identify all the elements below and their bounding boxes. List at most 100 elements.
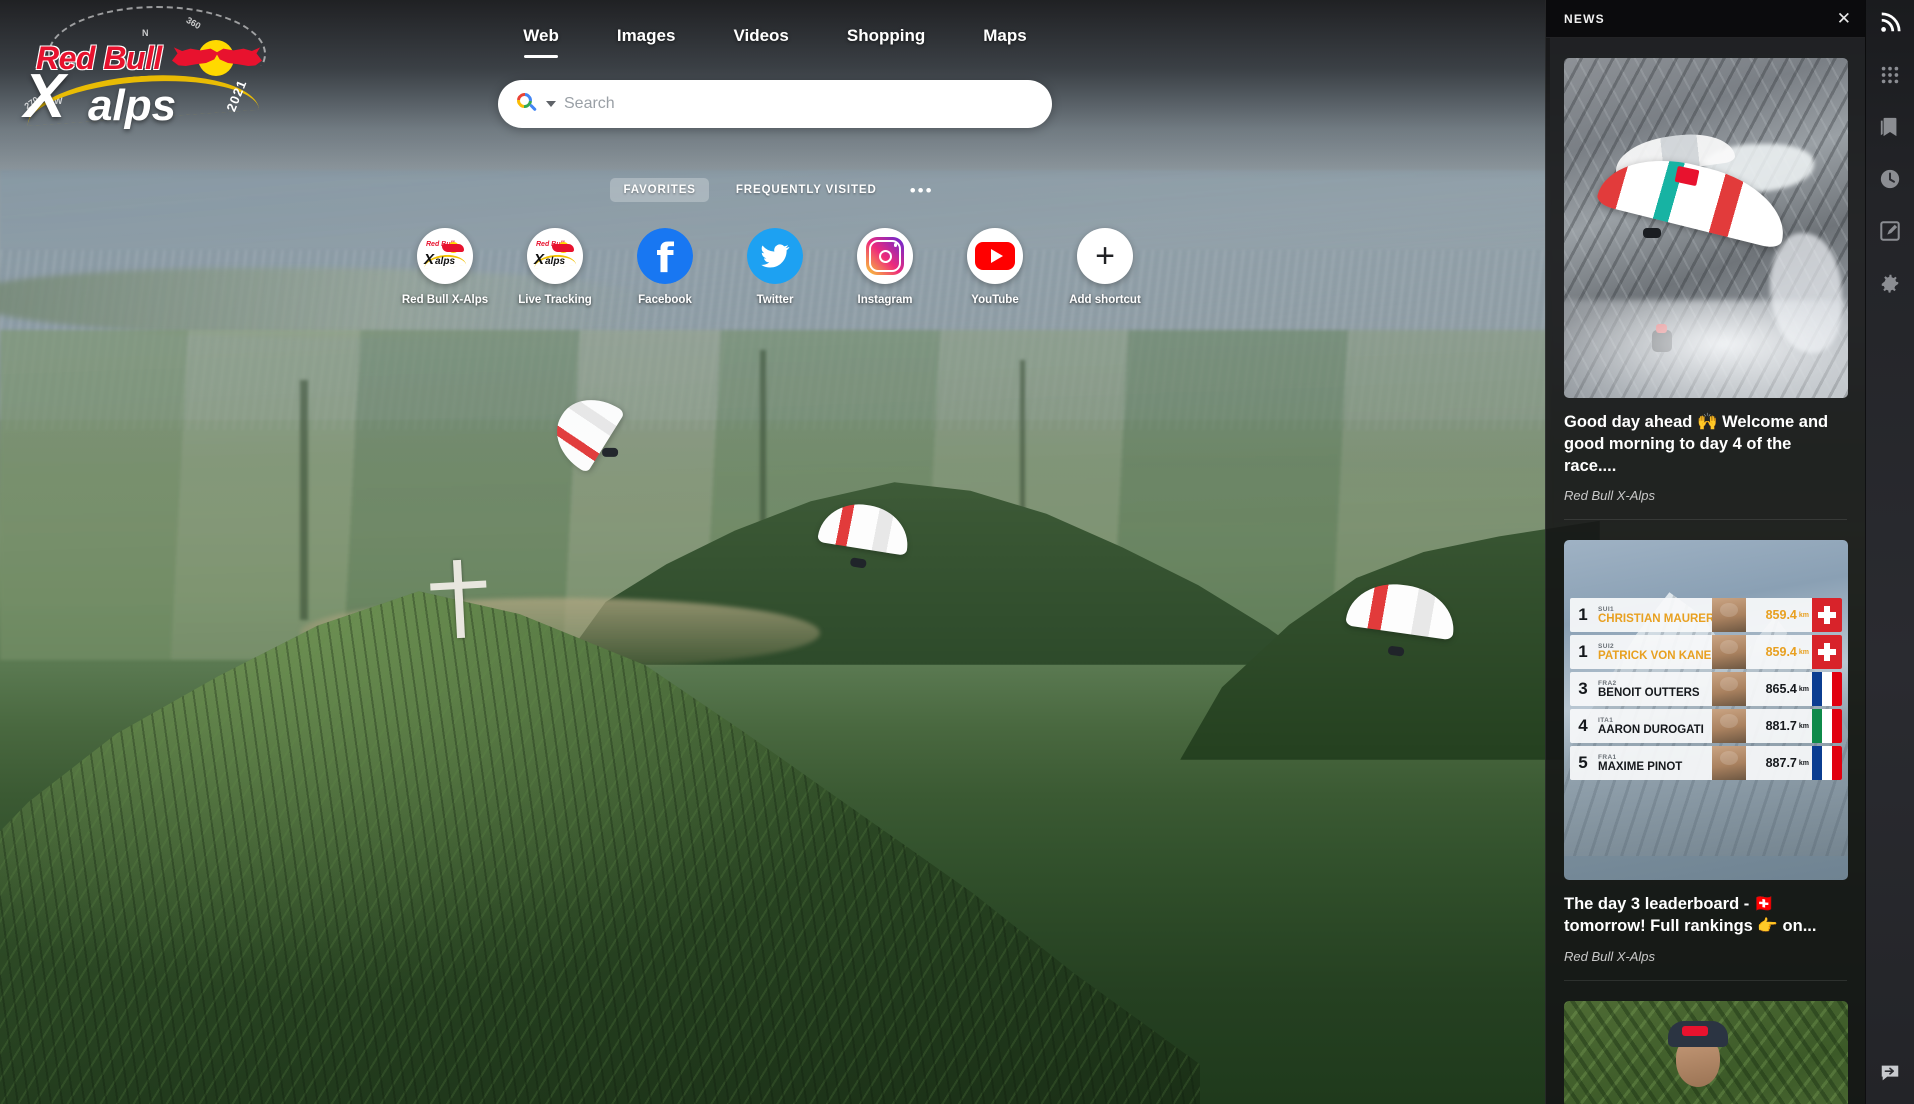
flag-switzerland-icon: [1812, 635, 1842, 670]
redbull-xalps-icon: Red Bull X alps: [527, 228, 583, 284]
shortcuts-row: Red Bull X alps Red Bull X-Alps Red Bull…: [0, 228, 1550, 306]
instagram-icon: [857, 228, 913, 284]
history-clock-icon[interactable]: [1877, 166, 1903, 192]
messenger-icon[interactable]: [1877, 1060, 1903, 1086]
app-grid-icon[interactable]: [1877, 62, 1903, 88]
google-search-icon: [513, 89, 538, 115]
distance: 887.7 km: [1765, 756, 1809, 771]
settings-gear-icon[interactable]: [1877, 270, 1903, 296]
athlete-portrait: [1712, 598, 1746, 633]
flag-switzerland-icon: [1812, 598, 1842, 633]
shortcut-add[interactable]: + Add shortcut: [1069, 228, 1141, 306]
distance: 859.4 km: [1765, 608, 1809, 623]
news-card[interactable]: 1 SUI1 CHRISTIAN MAURER 859.4 km 1 SUI2 …: [1564, 520, 1848, 981]
redbull-cap: [1668, 1020, 1728, 1047]
shortcut-label: Facebook: [638, 294, 692, 306]
tab-frequently-visited[interactable]: FREQUENTLY VISITED: [723, 178, 890, 202]
leaderboard-row: 5 FRA1 MAXIME PINOT 887.7 km: [1570, 746, 1842, 781]
paraglider-pilot: [1643, 228, 1661, 238]
flag-france-icon: [1812, 672, 1842, 707]
athlete-name: PATRICK VON KÄNEL: [1598, 649, 1712, 662]
tab-shopping[interactable]: Shopping: [841, 22, 931, 58]
athlete: SUI1 CHRISTIAN MAURER: [1596, 598, 1712, 632]
shortcut-twitter[interactable]: Twitter: [741, 228, 809, 306]
news-source: Red Bull X-Alps: [1564, 948, 1656, 964]
twitter-icon: [747, 228, 803, 284]
shortcut-red-bull-x-alps[interactable]: Red Bull X alps Red Bull X-Alps: [402, 228, 488, 306]
athlete-name: CHRISTIAN MAURER: [1598, 612, 1712, 625]
shortcut-label: Instagram: [857, 294, 913, 306]
athlete-name: MAXIME PINOT: [1598, 760, 1683, 773]
mini-bull-icon: [442, 244, 464, 252]
tab-images[interactable]: Images: [611, 22, 682, 58]
athlete: FRA1 MAXIME PINOT: [1596, 746, 1712, 780]
mini-x-letter: X: [424, 251, 435, 268]
top-navigation: Web Images Videos Shopping Maps: [0, 22, 1550, 58]
country-code: SUI1: [1598, 605, 1615, 613]
athlete: FRA2 BENOÎT OUTTERS: [1596, 672, 1712, 706]
shortcut-label: Red Bull X-Alps: [401, 294, 489, 306]
search-input[interactable]: Search: [564, 95, 615, 113]
athlete-name: AARON DUROGATI: [1598, 723, 1704, 736]
plus-icon: +: [1077, 228, 1133, 284]
tab-maps[interactable]: Maps: [977, 22, 1032, 58]
rank: 1: [1578, 642, 1588, 662]
sidebar-rail: [1865, 0, 1914, 1104]
athlete-portrait: [1712, 709, 1746, 744]
tab-favorites[interactable]: FAVORITES: [610, 178, 709, 202]
news-thumbnail[interactable]: 1 SUI1 CHRISTIAN MAURER 859.4 km 1 SUI2 …: [1564, 540, 1848, 881]
leaderboard-row: 1 SUI2 PATRICK VON KÄNEL 859.4 km: [1570, 635, 1842, 670]
rank: 3: [1578, 679, 1588, 699]
mini-x-letter: X: [534, 251, 545, 268]
shortcut-instagram[interactable]: Instagram: [851, 228, 919, 306]
country-code: ITA1: [1598, 716, 1614, 724]
news-card[interactable]: [1564, 981, 1848, 1104]
distance: 859.4 km: [1765, 645, 1809, 660]
news-thumbnail[interactable]: [1564, 58, 1848, 398]
athlete: SUI2 PATRICK VON KÄNEL: [1596, 635, 1712, 669]
leaderboard-row: 3 FRA2 BENOÎT OUTTERS 865.4 km: [1570, 672, 1842, 707]
rank: 5: [1578, 753, 1588, 773]
cloud-layer: [1564, 300, 1848, 398]
favorites-toolbar: FAVORITES FREQUENTLY VISITED •••: [0, 178, 1550, 202]
chevron-down-icon[interactable]: [546, 101, 556, 107]
more-options-icon[interactable]: •••: [904, 182, 940, 199]
country-code: FRA1: [1598, 753, 1617, 761]
facebook-icon: f: [637, 228, 693, 284]
country-code: FRA2: [1598, 679, 1617, 687]
flag-italy-icon: [1812, 709, 1842, 744]
news-headline: Good day ahead 🙌 Welcome and good mornin…: [1564, 413, 1829, 475]
redbull-xalps-icon: Red Bull X alps: [417, 228, 473, 284]
news-panel: NEWS ✕ Good day ahead 🙌 Welcome and good…: [1545, 0, 1865, 1104]
shortcut-youtube[interactable]: YouTube: [961, 228, 1029, 306]
tab-videos[interactable]: Videos: [727, 22, 794, 58]
shortcut-label: YouTube: [971, 294, 1019, 306]
leaderboard-row: 4 ITA1 AARON DUROGATI 881.7 km: [1570, 709, 1842, 744]
rss-feed-icon[interactable]: [1877, 10, 1903, 36]
search-area: Search: [0, 80, 1550, 128]
mini-alps-text: alps: [545, 256, 566, 267]
rank: 4: [1578, 716, 1588, 736]
youtube-icon: [967, 228, 1023, 284]
athlete-portrait: [1712, 746, 1746, 781]
country-code: SUI2: [1598, 642, 1615, 650]
news-headline: The day 3 leaderboard - 🇨🇭 tomorrow! Ful…: [1564, 895, 1817, 936]
distance: 865.4 km: [1765, 682, 1809, 697]
athlete: ITA1 AARON DUROGATI: [1596, 709, 1712, 743]
shortcut-facebook[interactable]: f Facebook: [631, 228, 699, 306]
tab-web[interactable]: Web: [517, 22, 565, 58]
shortcut-live-tracking[interactable]: Red Bull X alps Live Tracking: [518, 228, 592, 306]
bookmarks-icon[interactable]: [1877, 114, 1903, 140]
news-thumbnail[interactable]: [1564, 1000, 1848, 1104]
close-icon[interactable]: ✕: [1837, 10, 1851, 27]
athlete-portrait: [1712, 635, 1746, 670]
news-card[interactable]: Good day ahead 🙌 Welcome and good mornin…: [1564, 38, 1848, 521]
athlete-portrait: [1712, 672, 1746, 707]
flag-france-icon: [1812, 746, 1842, 781]
mini-alps-text: alps: [435, 256, 456, 267]
athlete-name: BENOÎT OUTTERS: [1598, 686, 1700, 699]
notes-icon[interactable]: [1877, 218, 1903, 244]
mini-bull-icon: [552, 244, 574, 252]
shortcut-label: Twitter: [756, 294, 794, 306]
search-box[interactable]: Search: [498, 80, 1052, 128]
